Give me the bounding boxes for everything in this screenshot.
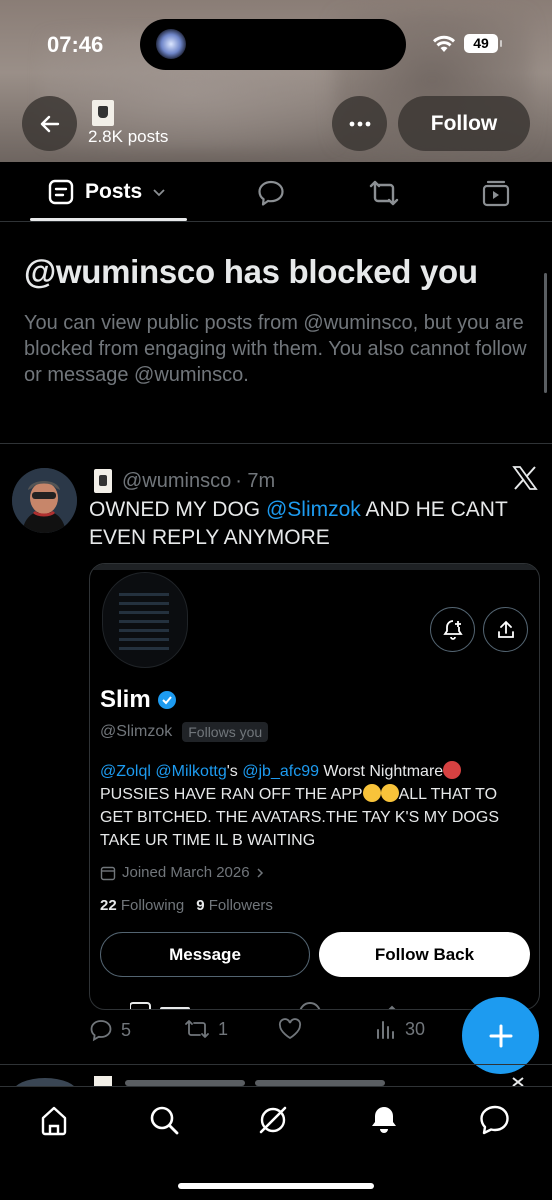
tweet-text: OWNED MY DOG @Slimzok AND HE CANT EVEN R… [89, 496, 529, 552]
verified-badge-icon [157, 691, 176, 709]
nav-notifications[interactable] [367, 1103, 401, 1137]
embed-message-button: Message [100, 932, 310, 977]
reply-count: 5 [121, 1019, 132, 1040]
bio-mention: @Zolql [100, 763, 151, 780]
blocked-message: You can view public posts from @wuminsco… [24, 312, 527, 386]
grok-icon [259, 1106, 287, 1134]
divider [0, 443, 552, 444]
embed-stats: 22 Following 9 Followers [100, 897, 273, 914]
camera-indicator-icon [156, 29, 186, 59]
blocked-title: @wuminsco has blocked you [24, 253, 478, 290]
following-count: 22 [100, 897, 117, 914]
tweet-actions: 5 1 30 [89, 1018, 449, 1048]
next-tweet-cutoff [16, 1076, 524, 1086]
home-indicator[interactable] [178, 1183, 374, 1189]
embed-handle: @Slimzok [100, 723, 173, 740]
tweet-text-part: OWNED MY DOG [89, 498, 266, 521]
messages-icon [480, 1105, 509, 1135]
tweet-time: · 7m [235, 469, 276, 492]
active-tab-indicator [30, 218, 187, 221]
tweet-mention[interactable]: @Slimzok [266, 498, 361, 521]
divider [0, 1064, 552, 1065]
home-icon [41, 1106, 67, 1136]
repost-action[interactable]: 1 [184, 1018, 228, 1040]
bio-mention: @jb_afc99 [242, 763, 319, 780]
dynamic-island [140, 19, 406, 70]
tab-posts-label: Posts [85, 180, 143, 203]
chevron-down-icon [153, 189, 165, 197]
next-tweet-peek [0, 1066, 552, 1086]
x-logo-icon [512, 466, 538, 490]
angry-face-icon [443, 761, 462, 779]
nav-grok[interactable] [256, 1103, 290, 1137]
followers-count: 9 [196, 897, 205, 914]
avatar[interactable] [12, 468, 77, 533]
share-icon [497, 620, 514, 638]
bio-text: PUSSIES HAVE RAN OFF THE APP [100, 786, 363, 803]
views-count: 30 [405, 1018, 426, 1039]
bell-icon [372, 1107, 396, 1133]
follows-you-badge: Follows you [182, 722, 269, 742]
posts-count: 2.8K posts [88, 127, 169, 146]
status-time: 07:46 [47, 32, 104, 57]
embed-handle-row: @Slimzok Follows you [100, 722, 269, 742]
tweet-header: @wuminsco · 7m [94, 469, 275, 493]
battery-indicator: 49 [464, 34, 502, 53]
nav-home[interactable] [37, 1103, 71, 1137]
follow-button[interactable]: Follow [398, 96, 530, 151]
reply-icon [90, 1020, 112, 1042]
bottom-navigation [0, 1086, 552, 1200]
heart-icon [278, 1018, 302, 1040]
tweet-handle[interactable]: @wuminsco [122, 470, 231, 493]
bio-text: Worst Nightmare [318, 763, 444, 780]
like-action[interactable] [278, 1018, 310, 1040]
nav-messages[interactable] [478, 1103, 512, 1137]
embed-notify-button [430, 607, 475, 652]
compose-button[interactable] [462, 997, 539, 1074]
user-emoji-icon [94, 469, 112, 493]
tab-posts[interactable]: Posts [47, 178, 166, 206]
laughing-emoji-icon [362, 784, 381, 802]
calendar-icon [100, 866, 116, 880]
scrollbar[interactable] [544, 273, 547, 393]
tab-replies-icon[interactable] [256, 178, 286, 208]
embed-avatar [102, 572, 188, 668]
embed-name-text: Slim [100, 686, 151, 713]
embed-cutoff-icons [130, 1002, 396, 1009]
search-icon [150, 1106, 179, 1135]
back-button[interactable] [22, 96, 77, 151]
embedded-screenshot[interactable]: Slim @Slimzok Follows you @Zolql @Milkot… [89, 563, 540, 1010]
tab-media-icon[interactable] [481, 178, 511, 208]
repost-icon [185, 1020, 209, 1038]
repost-count: 1 [218, 1018, 229, 1039]
bio-mention: @Milkottg [155, 763, 227, 780]
joined-text: Joined March 2026 [122, 864, 250, 881]
views-chart-icon [377, 1021, 394, 1039]
plus-icon [489, 1024, 512, 1047]
embed-joined: Joined March 2026 [100, 864, 264, 881]
chevron-right-icon [257, 867, 263, 878]
bio-text: 's [226, 763, 243, 780]
wifi-icon [433, 35, 455, 52]
profile-mini-avatar [92, 100, 114, 126]
arrow-left-icon [40, 115, 59, 132]
tab-reposts-icon[interactable] [368, 178, 400, 208]
embed-share-button [483, 607, 528, 652]
embed-bio: @Zolql @Milkottg's @jb_afc99 Worst Night… [100, 760, 530, 852]
avatar-image [12, 468, 77, 533]
reply-action[interactable]: 5 [89, 1018, 131, 1042]
more-options-button[interactable] [332, 96, 387, 151]
followers-label: Followers [208, 897, 273, 914]
more-dots-icon [349, 121, 370, 126]
laughing-emoji-icon [380, 784, 399, 802]
embed-follow-back-button: Follow Back [319, 932, 530, 977]
bell-plus-icon [442, 619, 463, 640]
posts-tab-icon [48, 179, 74, 205]
embed-top-bar [90, 564, 539, 570]
following-label: Following [120, 897, 185, 914]
views-action[interactable]: 30 [375, 1018, 425, 1040]
nav-search[interactable] [147, 1103, 181, 1137]
embed-name: Slim [100, 686, 177, 714]
